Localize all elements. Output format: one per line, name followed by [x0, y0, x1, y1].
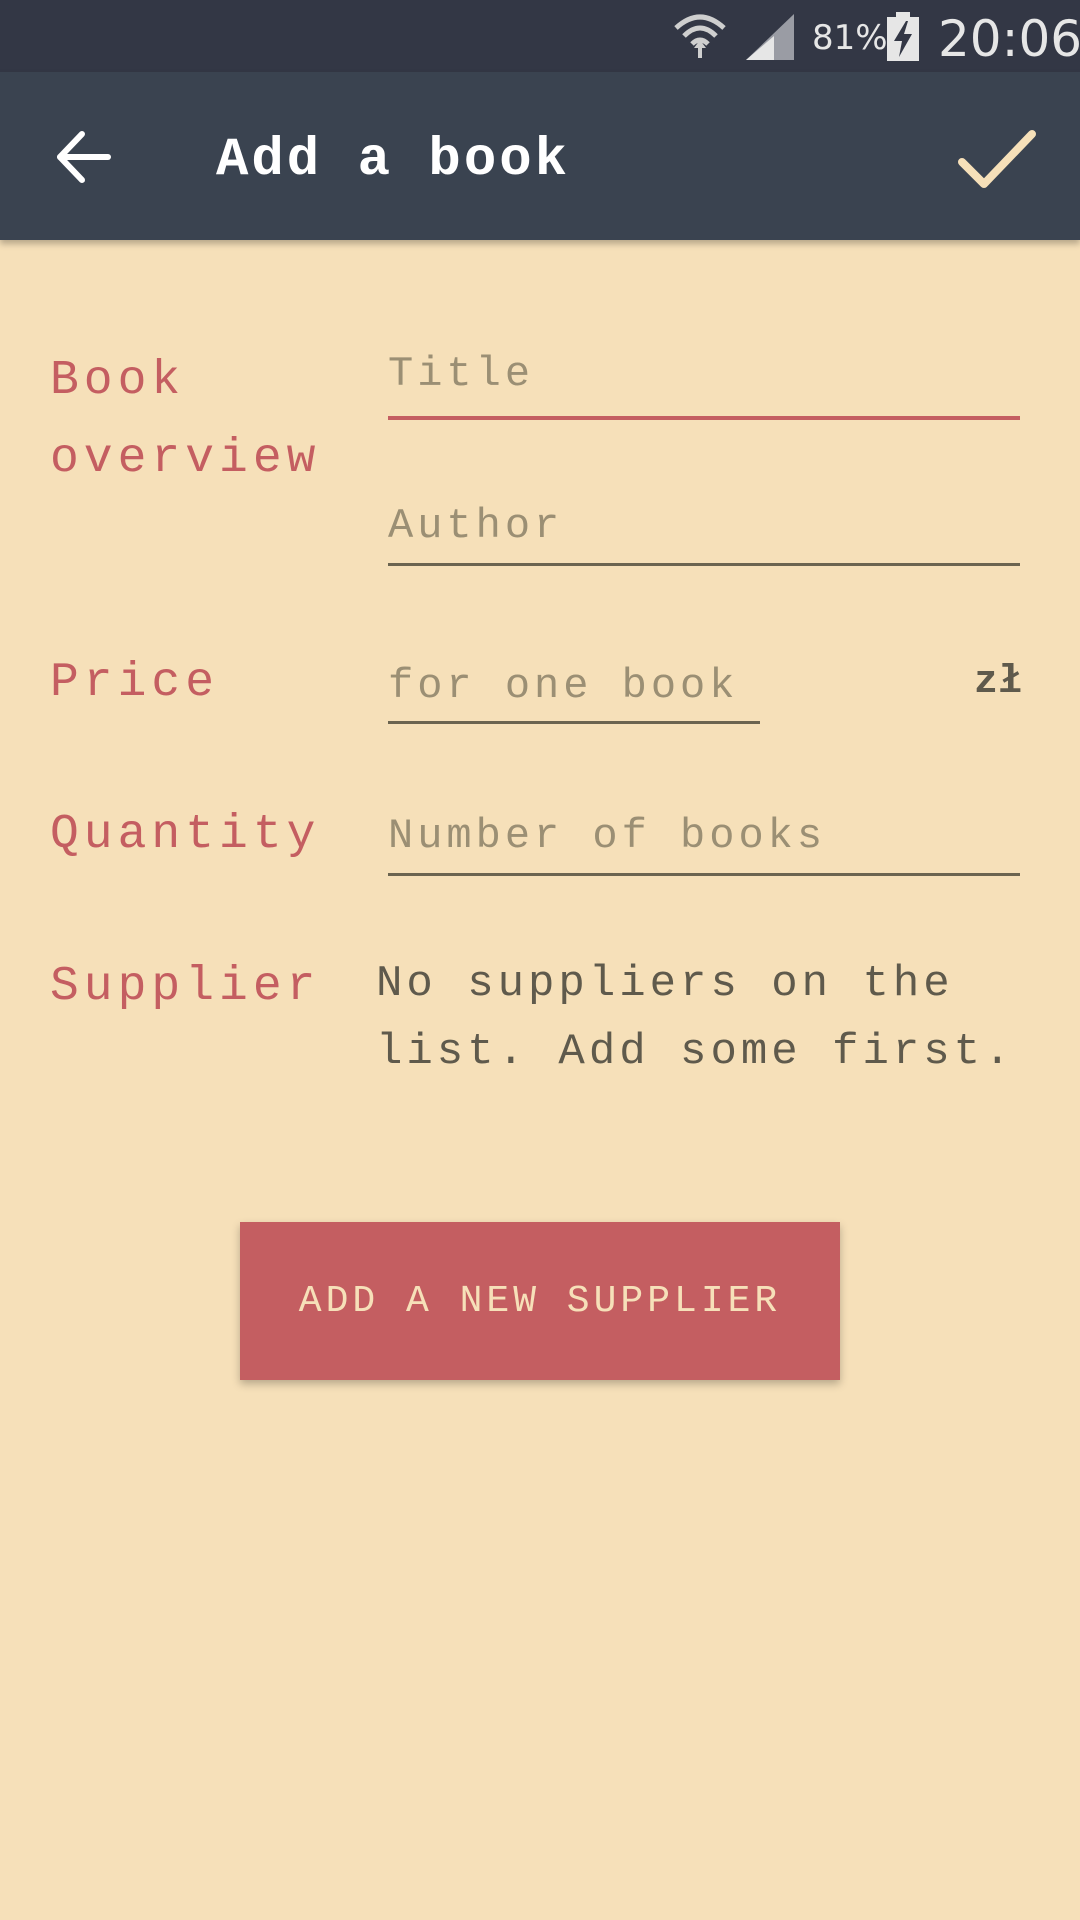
- book-overview-label: Book overview: [50, 342, 350, 498]
- author-underline: [388, 563, 1020, 566]
- author-input[interactable]: [388, 502, 1020, 550]
- price-label: Price: [50, 656, 220, 710]
- check-icon[interactable]: [954, 116, 1038, 200]
- title-field[interactable]: [388, 350, 1020, 420]
- quantity-label: Quantity: [50, 808, 321, 862]
- price-field[interactable]: [388, 662, 760, 724]
- add-supplier-button[interactable]: ADD A NEW SUPPLIER: [240, 1222, 840, 1380]
- title-input[interactable]: [388, 350, 1020, 398]
- signal-icon: [746, 14, 794, 60]
- author-field[interactable]: [388, 502, 1020, 566]
- supplier-empty-message: No suppliers on the list. Add some first…: [376, 959, 1015, 1077]
- clock: 20:06: [938, 10, 1080, 68]
- quantity-underline: [388, 873, 1020, 876]
- battery-charging-icon: [887, 12, 919, 61]
- quantity-field[interactable]: [388, 812, 1020, 876]
- price-input[interactable]: [388, 662, 760, 710]
- currency-label: zł: [974, 660, 1023, 705]
- quantity-input[interactable]: [388, 812, 1020, 860]
- page-title: Add a book: [216, 130, 571, 191]
- title-underline: [388, 416, 1020, 420]
- supplier-label: Supplier: [50, 960, 321, 1014]
- app-bar: Add a book: [0, 72, 1080, 240]
- add-supplier-button-label: ADD A NEW SUPPLIER: [298, 1279, 782, 1323]
- book-overview-label-text: Book overview: [50, 354, 321, 486]
- wifi-icon: [674, 14, 726, 58]
- battery-percent: 81%: [812, 18, 888, 58]
- price-underline: [388, 721, 760, 724]
- arrow-left-icon[interactable]: [50, 122, 120, 192]
- status-bar: 81% 20:06: [0, 0, 1080, 72]
